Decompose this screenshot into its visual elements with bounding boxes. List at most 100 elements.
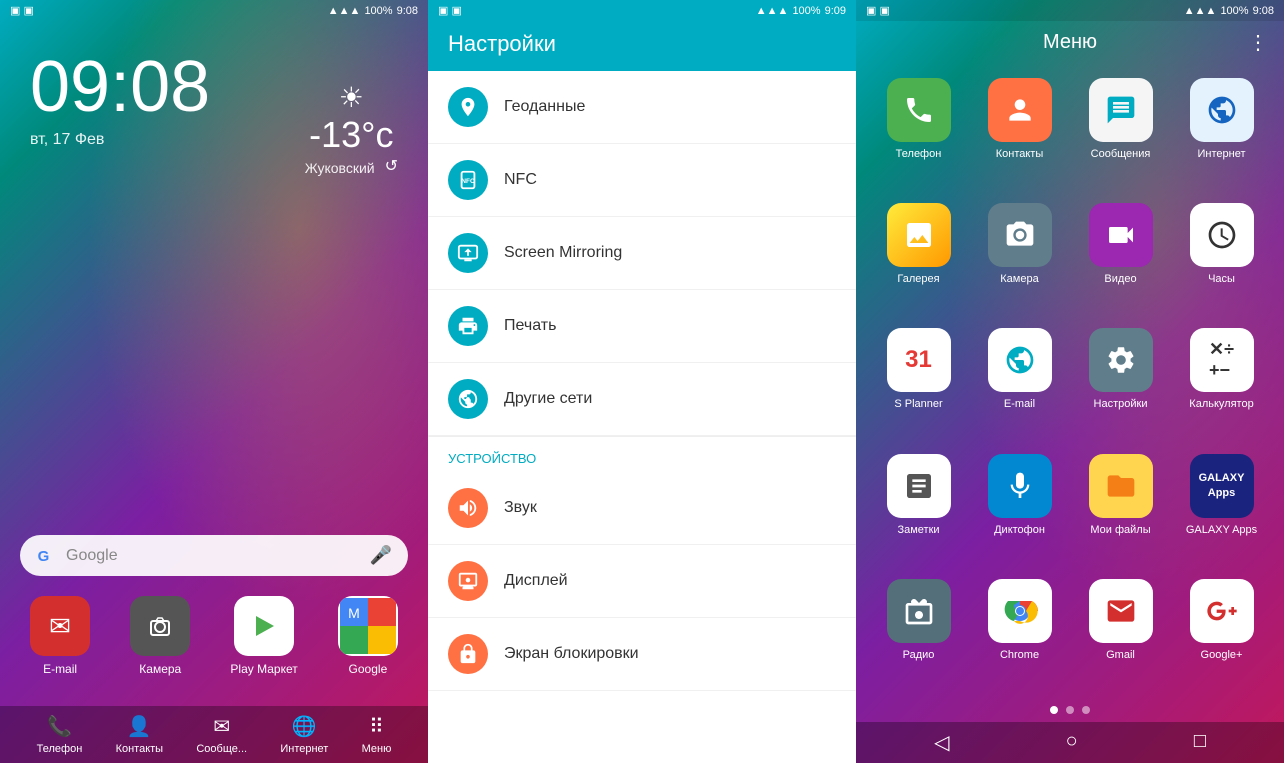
camera-app-icon (130, 596, 190, 656)
grid-app-internet[interactable]: Интернет (1179, 78, 1264, 187)
grid-app-email[interactable]: E-mail (977, 328, 1062, 437)
contacts-app-label: Контакты (996, 148, 1044, 160)
settings-item-lockscreen[interactable]: Экран блокировки (428, 618, 856, 691)
print-label: Печать (504, 317, 556, 335)
nav-phone[interactable]: 📞 Телефон (37, 714, 83, 755)
settings-status-icons: ▣ ▣ (438, 4, 462, 17)
grid-app-radio[interactable]: Радио (876, 579, 961, 688)
signal-icon: ▲▲▲ (328, 5, 361, 17)
apps-bottom-nav: ◁ ○ □ (856, 722, 1284, 763)
print-svg (457, 315, 479, 337)
grid-app-calc[interactable]: ✕÷+− Калькулятор (1179, 328, 1264, 437)
google-search-bar[interactable]: G Google 🎤 (20, 535, 408, 576)
apps-grid: Телефон Контакты Сообщения (856, 68, 1284, 698)
settings-battery: 100% (792, 5, 820, 17)
lock-city: Жуковский (305, 160, 375, 176)
lock-svg (457, 643, 479, 665)
microphone-icon[interactable]: 🎤 (370, 545, 392, 566)
galaxy-app-label: GALAXY Apps (1186, 524, 1257, 536)
back-nav-icon: ◁ (934, 730, 949, 755)
nfc-svg: NFC (457, 169, 479, 191)
refresh-icon[interactable]: ↺ (385, 156, 398, 176)
nav-internet-label: Интернет (280, 743, 328, 755)
grid-app-messages[interactable]: Сообщения (1078, 78, 1163, 187)
lock-clock: 09:08 (30, 51, 210, 123)
settings-item-other-networks[interactable]: Другие сети (428, 363, 856, 436)
nav-messages[interactable]: ✉ Сообще... (196, 714, 247, 755)
grid-app-phone[interactable]: Телефон (876, 78, 961, 187)
settings-item-print[interactable]: Печать (428, 290, 856, 363)
grid-app-googleplus[interactable]: Google+ (1179, 579, 1264, 688)
lock-app-email[interactable]: ✉ E-mail (30, 596, 90, 676)
nfc-icon: NFC (448, 160, 488, 200)
settings-title: Настройки (448, 31, 556, 56)
lock-app-google[interactable]: M Google (338, 596, 398, 676)
nav-contacts[interactable]: 👤 Контакты (116, 714, 164, 755)
geodata-label: Геоданные (504, 98, 585, 116)
gallery-icon (887, 203, 951, 267)
location-svg (457, 96, 479, 118)
grid-app-contacts[interactable]: Контакты (977, 78, 1062, 187)
lock-app-camera[interactable]: Камера (130, 596, 190, 676)
grid-app-recorder[interactable]: Диктофон (977, 454, 1062, 563)
camera2-svg (1004, 219, 1036, 251)
phone-nav-icon: 📞 (47, 714, 72, 739)
grid-app-chrome[interactable]: Chrome (977, 579, 1062, 688)
messages-app-label: Сообщения (1091, 148, 1151, 160)
other-networks-label: Другие сети (504, 390, 592, 408)
grid-app-video[interactable]: Видео (1078, 203, 1163, 312)
grid-app-clock[interactable]: Часы (1179, 203, 1264, 312)
settings-grid-icon (1089, 328, 1153, 392)
grid-app-gmail[interactable]: Gmail (1078, 579, 1163, 688)
settings-status-bar: ▣ ▣ ▲▲▲ 100% 9:09 (428, 0, 856, 21)
grid-app-galaxy[interactable]: GALAXYApps GALAXY Apps (1179, 454, 1264, 563)
apps-status-right: ▲▲▲ 100% 9:08 (1184, 5, 1274, 17)
settings-item-nfc[interactable]: NFC NFC (428, 144, 856, 217)
video-app-label: Видео (1104, 273, 1136, 285)
grid-app-splanner[interactable]: 31 S Planner (876, 328, 961, 437)
display-icon (448, 561, 488, 601)
apps-nav-home[interactable]: ○ (1066, 730, 1078, 755)
clock-icon (1190, 203, 1254, 267)
apps-menu-dots[interactable]: ⋮ (1248, 30, 1268, 55)
page-dot-2[interactable] (1066, 706, 1074, 714)
lock-screen-panel: ▣ ▣ ▲▲▲ 100% 9:08 09:08 вт, 17 Фев ☀ -13… (0, 0, 428, 763)
svg-text:M: M (348, 605, 360, 621)
lock-date: вт, 17 Фев (30, 131, 104, 149)
notes-icon (887, 454, 951, 518)
contacts-icon (988, 78, 1052, 142)
lock-app-playstore[interactable]: Play Маркет (230, 596, 297, 676)
video-svg (1105, 219, 1137, 251)
grid-app-notes[interactable]: Заметки (876, 454, 961, 563)
grid-app-settings[interactable]: Настройки (1078, 328, 1163, 437)
sound-svg (457, 497, 479, 519)
gmail-icon (1089, 579, 1153, 643)
settings-item-screen-mirroring[interactable]: Screen Mirroring (428, 217, 856, 290)
page-dot-3[interactable] (1082, 706, 1090, 714)
camera-svg (145, 611, 175, 641)
lock-temperature: -13°с (305, 114, 398, 156)
nav-menu[interactable]: ⠿ Меню (362, 714, 392, 755)
apps-nav-back[interactable]: ◁ (934, 730, 949, 755)
settings-panel: ▣ ▣ ▲▲▲ 100% 9:09 Настройки Геоданные NF… (428, 0, 856, 763)
galaxy-icon: GALAXYApps (1190, 454, 1254, 518)
settings-signal-icon: ▲▲▲ (756, 5, 789, 17)
other-networks-icon (448, 379, 488, 419)
phone-svg (903, 94, 935, 126)
screen-mirroring-icon (448, 233, 488, 273)
grid-app-camera[interactable]: Камера (977, 203, 1062, 312)
grid-app-gallery[interactable]: Галерея (876, 203, 961, 312)
settings-item-display[interactable]: Дисплей (428, 545, 856, 618)
internet-svg (1206, 94, 1238, 126)
apps-nav-recent[interactable]: □ (1194, 730, 1206, 755)
nav-internet[interactable]: 🌐 Интернет (280, 714, 328, 755)
grid-app-files[interactable]: Мои файлы (1078, 454, 1163, 563)
settings-item-geodata[interactable]: Геоданные (428, 71, 856, 144)
settings-item-sound[interactable]: Звук (428, 472, 856, 545)
gmail-svg (1105, 595, 1137, 627)
page-dot-1[interactable] (1050, 706, 1058, 714)
recorder-icon (988, 454, 1052, 518)
lock-status-bar: ▣ ▣ ▲▲▲ 100% 9:08 (0, 0, 428, 21)
apps-status-bar: ▣ ▣ ▲▲▲ 100% 9:08 (856, 0, 1284, 21)
camera-grid-icon (988, 203, 1052, 267)
